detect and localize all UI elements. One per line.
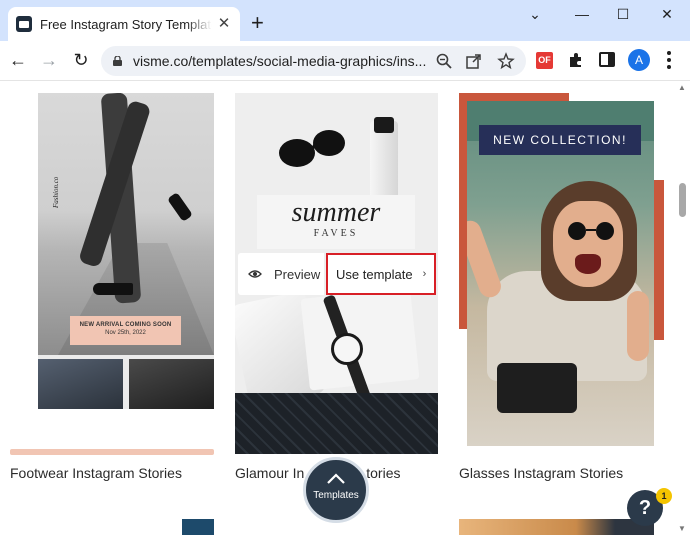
new-collection-banner: NEW COLLECTION! [479,125,641,155]
tab-close-icon[interactable]: ✕ [216,16,232,32]
bookmark-star-icon[interactable] [497,52,515,70]
card-title-footwear[interactable]: Footwear Instagram Stories [10,465,182,481]
chevron-up-icon [327,473,345,484]
footwear-thumbnail [38,359,123,409]
arrival-badge: NEW ARRIVAL COMING SOON Nov 25th, 2022 [70,316,181,345]
close-window-button[interactable]: ✕ [652,6,682,23]
scroll-down-arrow-icon[interactable]: ▼ [678,524,686,533]
badge-headline: NEW ARRIVAL COMING SOON [79,322,172,328]
template-hover-actions: Preview Use template › [238,253,436,295]
arm-shape [627,291,649,361]
scroll-up-arrow-icon[interactable]: ▲ [678,83,686,92]
shoe-shape [167,192,193,222]
next-template-thumbnail[interactable] [182,519,214,535]
back-button[interactable]: ← [7,49,29,71]
bottle-cap-image [374,117,394,133]
profile-avatar[interactable]: A [628,49,650,71]
quilted-bag-image [235,393,438,454]
preview-label: Preview [274,266,321,282]
share-icon[interactable] [465,52,483,70]
forward-button[interactable]: → [38,49,60,71]
tab-search-dropdown-icon[interactable]: ⌄ [520,6,550,23]
card-title-glasses[interactable]: Glasses Instagram Stories [459,465,623,481]
watch-image [331,333,363,365]
brand-label: Fashion.co [52,176,60,208]
reload-button[interactable]: ↻ [70,49,92,71]
card-title-glamour-left: Glamour In [235,465,305,481]
shoe-shape [93,283,133,295]
footwear-thumbnail [129,359,214,409]
card-title-glamour-right: tories [366,465,401,481]
mouth-shape [575,254,601,274]
headline-text: summer [291,197,381,228]
browser-tab[interactable]: Free Instagram Story Templates t ✕ [8,7,240,41]
next-template-thumbnail[interactable] [459,519,654,535]
url-text[interactable]: visme.co/templates/social-media-graphics… [133,53,426,69]
eye-icon [248,270,262,278]
new-tab-button[interactable]: + [251,12,264,34]
face-shape [553,201,623,287]
badge-date: Nov 25th, 2022 [105,330,146,336]
footwear-photo: Fashion.co NEW ARRIVAL COMING SOON Nov 2… [38,93,214,355]
glasses-photo: NEW COLLECTION! [467,101,654,446]
card-accent-bar [10,449,214,455]
kebab-menu-icon[interactable] [667,50,671,70]
preview-button[interactable]: Preview [238,253,324,295]
tab-strip: Free Instagram Story Templates t ✕ + ⌄ —… [0,0,690,41]
browser-toolbar: ← → ↻ visme.co/templates/social-media-gr… [0,41,690,81]
templates-button[interactable]: Templates [303,457,369,523]
arm-shape [467,217,505,301]
zoom-icon[interactable] [435,52,453,70]
maximize-button[interactable]: ☐ [608,6,638,23]
minimize-button[interactable]: — [567,6,597,22]
side-panel-icon[interactable] [599,52,615,67]
subheadline-text: FAVES [313,228,359,239]
shorts-shape [497,363,577,413]
use-template-button[interactable]: Use template › [326,253,436,295]
lock-icon[interactable] [113,56,122,66]
tab-title: Free Instagram Story Templates t [40,16,212,32]
address-bar[interactable]: visme.co/templates/social-media-graphics… [101,46,526,76]
chevron-right-icon: › [422,268,427,280]
sunglasses-image [279,130,345,167]
bottle-image [370,121,398,201]
extensions-puzzle-icon[interactable] [567,51,585,69]
templates-label: Templates [313,490,359,501]
sunglasses-image [568,222,614,240]
template-card-footwear[interactable]: Fashion.co NEW ARRIVAL COMING SOON Nov 2… [38,93,214,409]
summer-faves-title-box: summer FAVES [257,195,415,249]
visme-favicon-icon [16,16,32,32]
scrollbar-thumb[interactable] [679,183,686,217]
extension-of-icon[interactable]: OF [536,52,553,69]
notification-badge: 1 [656,488,672,504]
use-template-label: Use template [336,266,413,282]
